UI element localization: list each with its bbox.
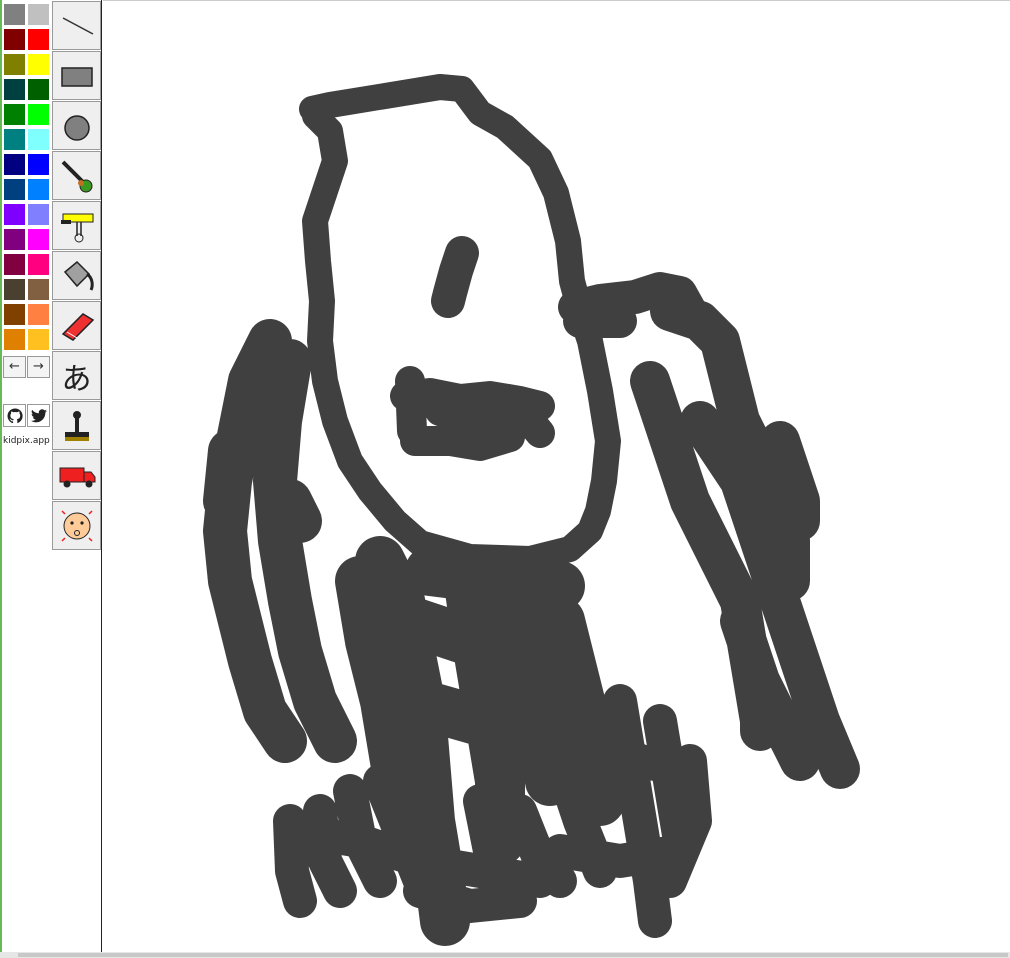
paint-bucket-icon bbox=[63, 260, 94, 291]
color-swatch[interactable] bbox=[27, 103, 50, 126]
color-swatch[interactable] bbox=[27, 203, 50, 226]
palette-prev-button[interactable]: ← bbox=[3, 356, 26, 378]
color-swatch[interactable] bbox=[27, 328, 50, 351]
truck-icon bbox=[59, 467, 95, 487]
fill-tool[interactable] bbox=[52, 251, 101, 300]
color-swatch[interactable] bbox=[3, 28, 26, 51]
circle-tool[interactable] bbox=[52, 101, 101, 150]
circle-icon bbox=[63, 114, 90, 141]
color-swatch[interactable] bbox=[3, 253, 26, 276]
stamp-tool[interactable] bbox=[52, 401, 101, 450]
color-swatch[interactable] bbox=[3, 203, 26, 226]
color-swatch[interactable] bbox=[3, 228, 26, 251]
face-tool[interactable] bbox=[52, 501, 101, 550]
drawing-canvas[interactable] bbox=[103, 0, 1010, 953]
color-swatch[interactable] bbox=[27, 78, 50, 101]
color-swatch[interactable] bbox=[3, 153, 26, 176]
mixer-icon bbox=[60, 213, 93, 242]
rectangle-tool[interactable] bbox=[52, 51, 101, 100]
color-swatch[interactable] bbox=[27, 228, 50, 251]
drawing-strokes bbox=[203, 74, 860, 946]
color-swatch[interactable] bbox=[3, 178, 26, 201]
color-swatch[interactable] bbox=[3, 303, 26, 326]
stamp-icon bbox=[64, 410, 89, 441]
truck-tool[interactable] bbox=[52, 451, 101, 500]
mixer-tool[interactable] bbox=[52, 201, 101, 250]
color-swatch[interactable] bbox=[27, 153, 50, 176]
twitter-button[interactable] bbox=[27, 404, 50, 427]
color-swatch[interactable] bbox=[3, 53, 26, 76]
github-icon bbox=[7, 407, 23, 423]
github-button[interactable] bbox=[3, 404, 26, 427]
toolbar-sidebar: ← → kidpix.app あ bbox=[0, 0, 102, 952]
twitter-icon bbox=[30, 408, 47, 422]
color-swatch[interactable] bbox=[3, 78, 26, 101]
scrollbar-thumb[interactable] bbox=[18, 953, 1008, 957]
color-swatch[interactable] bbox=[3, 328, 26, 351]
line-icon bbox=[62, 16, 93, 35]
color-swatch[interactable] bbox=[27, 3, 50, 26]
color-swatch[interactable] bbox=[3, 128, 26, 151]
color-swatch[interactable] bbox=[3, 103, 26, 126]
brand-label: kidpix.app bbox=[3, 436, 50, 446]
eraser-icon bbox=[61, 312, 94, 341]
color-swatch[interactable] bbox=[27, 128, 50, 151]
sidebar-edge bbox=[0, 0, 2, 952]
color-swatch[interactable] bbox=[27, 303, 50, 326]
color-swatch[interactable] bbox=[27, 53, 50, 76]
text-icon: あ bbox=[61, 361, 92, 397]
line-tool[interactable] bbox=[52, 1, 101, 50]
text-tool[interactable]: あ bbox=[52, 351, 101, 400]
palette-next-button[interactable]: → bbox=[27, 356, 50, 378]
color-swatch[interactable] bbox=[27, 278, 50, 301]
color-swatch[interactable] bbox=[27, 253, 50, 276]
rectangle-icon bbox=[60, 66, 93, 87]
face-icon bbox=[60, 509, 93, 542]
color-swatch[interactable] bbox=[27, 28, 50, 51]
paintbrush-tool[interactable] bbox=[52, 151, 101, 200]
color-swatch[interactable] bbox=[3, 278, 26, 301]
eraser-tool[interactable] bbox=[52, 301, 101, 350]
color-swatch[interactable] bbox=[3, 3, 26, 26]
paintbrush-icon bbox=[61, 160, 92, 192]
color-swatch[interactable] bbox=[27, 178, 50, 201]
